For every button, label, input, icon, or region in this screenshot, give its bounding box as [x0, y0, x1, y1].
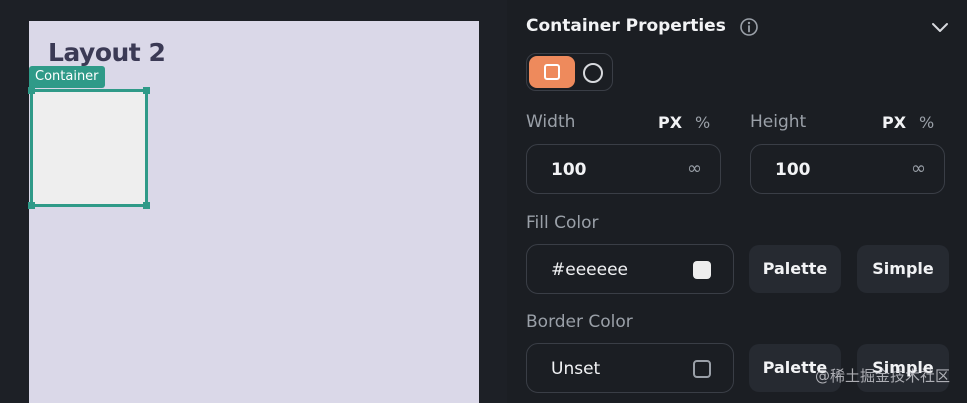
layout-canvas[interactable]: Layout 2 Container: [28, 21, 479, 403]
height-label: Height: [750, 112, 807, 132]
circle-shape-button[interactable]: [583, 63, 603, 83]
fill-color-input[interactable]: #eeeeee: [526, 244, 734, 294]
border-color-value: Unset: [551, 359, 601, 379]
resize-handle-top-left[interactable]: [28, 87, 35, 94]
panel-header: Container Properties: [526, 15, 951, 39]
fill-simple-button[interactable]: Simple: [857, 245, 949, 293]
fill-color-value: #eeeeee: [551, 260, 628, 280]
width-input[interactable]: 100 ∞: [526, 144, 721, 194]
panel-title: Container Properties: [526, 16, 726, 36]
height-unit-percent[interactable]: %: [919, 113, 934, 132]
border-color-swatch[interactable]: [693, 360, 711, 378]
layout-title: Layout 2: [48, 38, 166, 67]
width-unit-percent[interactable]: %: [695, 113, 710, 132]
square-shape-button[interactable]: [529, 56, 575, 88]
watermark: @稀土掘金技术社区: [814, 367, 950, 385]
border-color-input[interactable]: Unset: [526, 343, 734, 393]
resize-handle-bottom-left[interactable]: [28, 202, 35, 209]
fill-color-swatch[interactable]: [693, 261, 711, 279]
selected-container[interactable]: [28, 87, 150, 209]
app-root: Layout 2 Container Container Properties: [0, 0, 967, 403]
chevron-down-icon[interactable]: [929, 16, 951, 38]
properties-panel: Container Properties Width PX % 100 ∞ He: [507, 0, 967, 403]
fill-color-label: Fill Color: [526, 213, 599, 233]
width-label: Width: [526, 112, 576, 132]
resize-handle-top-right[interactable]: [143, 87, 150, 94]
square-icon: [544, 64, 560, 80]
info-icon[interactable]: [739, 17, 759, 37]
width-unit-px[interactable]: PX: [658, 113, 682, 132]
canvas-area: Layout 2 Container: [0, 0, 507, 403]
infinity-icon[interactable]: ∞: [687, 158, 702, 179]
height-value: 100: [775, 160, 811, 180]
container-tag: Container: [29, 66, 105, 88]
fill-palette-button[interactable]: Palette: [749, 245, 841, 293]
width-value: 100: [551, 160, 587, 180]
height-unit-px[interactable]: PX: [882, 113, 906, 132]
border-color-label: Border Color: [526, 312, 633, 332]
shape-toggle: [526, 53, 613, 91]
infinity-icon[interactable]: ∞: [911, 158, 926, 179]
resize-handle-bottom-right[interactable]: [143, 202, 150, 209]
height-input[interactable]: 100 ∞: [750, 144, 945, 194]
